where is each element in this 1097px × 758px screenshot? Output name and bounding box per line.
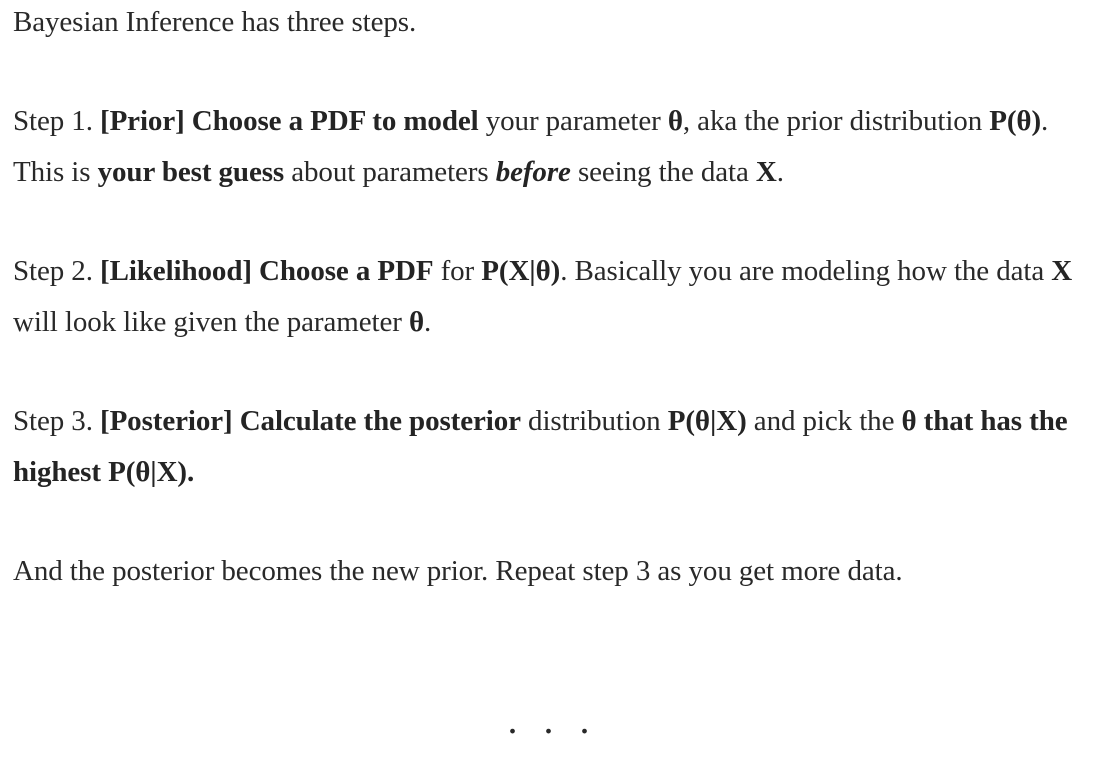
- prior-notation: P(θ): [989, 105, 1042, 137]
- step-1-text: .: [776, 156, 784, 188]
- step-3-text: distribution: [520, 405, 668, 437]
- step-1-heading: [Prior] Choose a PDF to model: [100, 105, 479, 137]
- step-2-prefix: Step 2.: [13, 255, 101, 287]
- theta-symbol: θ: [667, 105, 683, 137]
- theta-symbol: θ: [408, 306, 424, 338]
- step-2-text: . Basically you are modeling how the dat…: [560, 255, 1052, 287]
- step-2-heading: [Likelihood] Choose a PDF: [100, 255, 434, 287]
- likelihood-notation: P(X|θ): [481, 255, 561, 287]
- step-3-heading: [Posterior] Calculate the posterior: [100, 405, 521, 437]
- step-1-text: seeing the data: [570, 156, 756, 188]
- step-3-paragraph: Step 3. [Posterior] Calculate the poster…: [13, 396, 1091, 498]
- posterior-notation: P(θ|X): [667, 405, 747, 437]
- data-symbol: X: [1051, 255, 1073, 287]
- before-emphasis: before: [495, 156, 571, 188]
- step-1-prefix: Step 1.: [13, 105, 101, 137]
- step-3-prefix: Step 3.: [13, 405, 101, 437]
- intro-paragraph: Bayesian Inference has three steps.: [13, 6, 417, 38]
- step-2-text: for: [433, 255, 482, 287]
- article-body: Bayesian Inference has three steps. Step…: [13, 0, 1091, 597]
- step-1-text: , aka the prior distribution: [682, 105, 990, 137]
- step-2-text: will look like given the parameter: [13, 306, 409, 338]
- step-1-paragraph: Step 1. [Prior] Choose a PDF to model yo…: [13, 96, 1091, 198]
- step-2-paragraph: Step 2. [Likelihood] Choose a PDF for P(…: [13, 246, 1091, 348]
- section-separator: ...: [507, 697, 616, 742]
- data-symbol: X: [755, 156, 777, 188]
- step-1-text: your parameter: [478, 105, 668, 137]
- closing-paragraph: And the posterior becomes the new prior.…: [13, 555, 903, 587]
- step-3-text: and pick the: [746, 405, 902, 437]
- step-2-text: .: [423, 306, 432, 338]
- best-guess-emphasis: your best guess: [97, 156, 285, 188]
- step-1-text: about parameters: [284, 156, 496, 188]
